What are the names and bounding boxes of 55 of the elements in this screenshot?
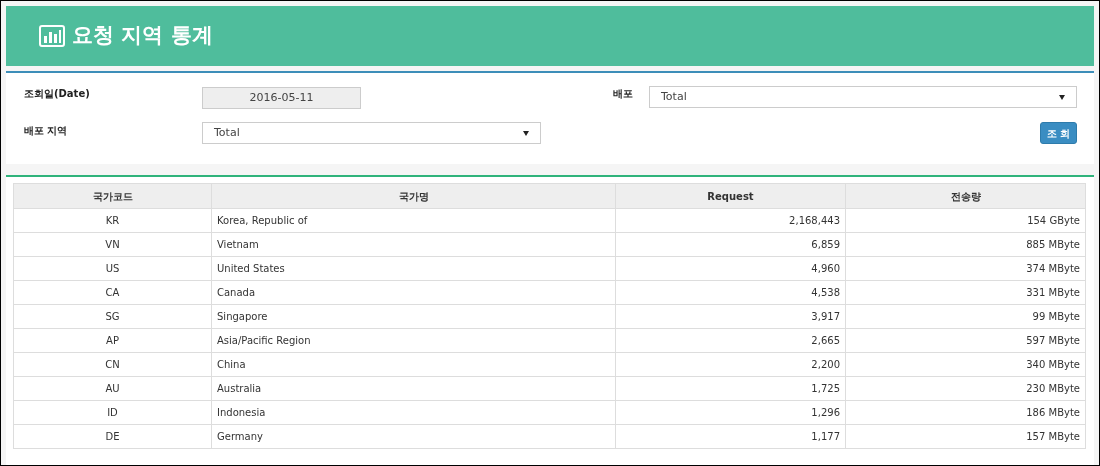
table-cell: Germany	[211, 424, 616, 449]
table-cell: 331 MByte	[845, 280, 1086, 305]
bar-chart-icon	[39, 25, 65, 47]
table-cell: 340 MByte	[845, 352, 1086, 377]
table-cell: 99 MByte	[845, 304, 1086, 329]
table-cell: 1,725	[615, 376, 846, 401]
date-field[interactable]: 2016-05-11	[202, 87, 361, 109]
deploy-select[interactable]: Total	[649, 86, 1077, 108]
region-select[interactable]: Total	[202, 122, 541, 144]
table-cell: 1,177	[615, 424, 846, 449]
table-cell: 4,960	[615, 256, 846, 281]
column-header: Request	[615, 183, 846, 209]
table-cell: 6,859	[615, 232, 846, 257]
table-cell: CN	[13, 352, 212, 377]
table-cell: China	[211, 352, 616, 377]
column-header: 국가명	[211, 183, 616, 209]
column-header: 전송량	[845, 183, 1086, 209]
table-cell: 154 GByte	[845, 208, 1086, 233]
table-cell: Indonesia	[211, 400, 616, 425]
table-cell: CA	[13, 280, 212, 305]
search-button[interactable]: 조 회	[1040, 122, 1077, 144]
region-label: 배포 지역	[24, 124, 68, 138]
table-cell: Korea, Republic of	[211, 208, 616, 233]
table-cell: DE	[13, 424, 212, 449]
table-cell: 3,917	[615, 304, 846, 329]
table-cell: 1,296	[615, 400, 846, 425]
date-label: 조회일(Date)	[24, 87, 90, 101]
table-cell: Australia	[211, 376, 616, 401]
table-cell: AU	[13, 376, 212, 401]
table-cell: 374 MByte	[845, 256, 1086, 281]
table-cell: 230 MByte	[845, 376, 1086, 401]
table-cell: KR	[13, 208, 212, 233]
table-cell: 157 MByte	[845, 424, 1086, 449]
table-cell: 2,200	[615, 352, 846, 377]
table-cell: Vietnam	[211, 232, 616, 257]
table-cell: United States	[211, 256, 616, 281]
table-cell: AP	[13, 328, 212, 353]
table-cell: Singapore	[211, 304, 616, 329]
table-cell: 2,665	[615, 328, 846, 353]
table-cell: 186 MByte	[845, 400, 1086, 425]
dropdown-caret-icon	[523, 130, 529, 136]
table-cell: US	[13, 256, 212, 281]
page-title: 요청 지역 통계	[72, 22, 213, 50]
table-cell: 597 MByte	[845, 328, 1086, 353]
column-header: 국가코드	[13, 183, 212, 209]
dropdown-caret-icon	[1059, 94, 1065, 100]
table-cell: ID	[13, 400, 212, 425]
deploy-label: 배포	[613, 87, 633, 101]
table-cell: Canada	[211, 280, 616, 305]
table-cell: VN	[13, 232, 212, 257]
table-cell: 4,538	[615, 280, 846, 305]
table-cell: 2,168,443	[615, 208, 846, 233]
table-cell: 885 MByte	[845, 232, 1086, 257]
table-cell: SG	[13, 304, 212, 329]
table-cell: Asia/Pacific Region	[211, 328, 616, 353]
